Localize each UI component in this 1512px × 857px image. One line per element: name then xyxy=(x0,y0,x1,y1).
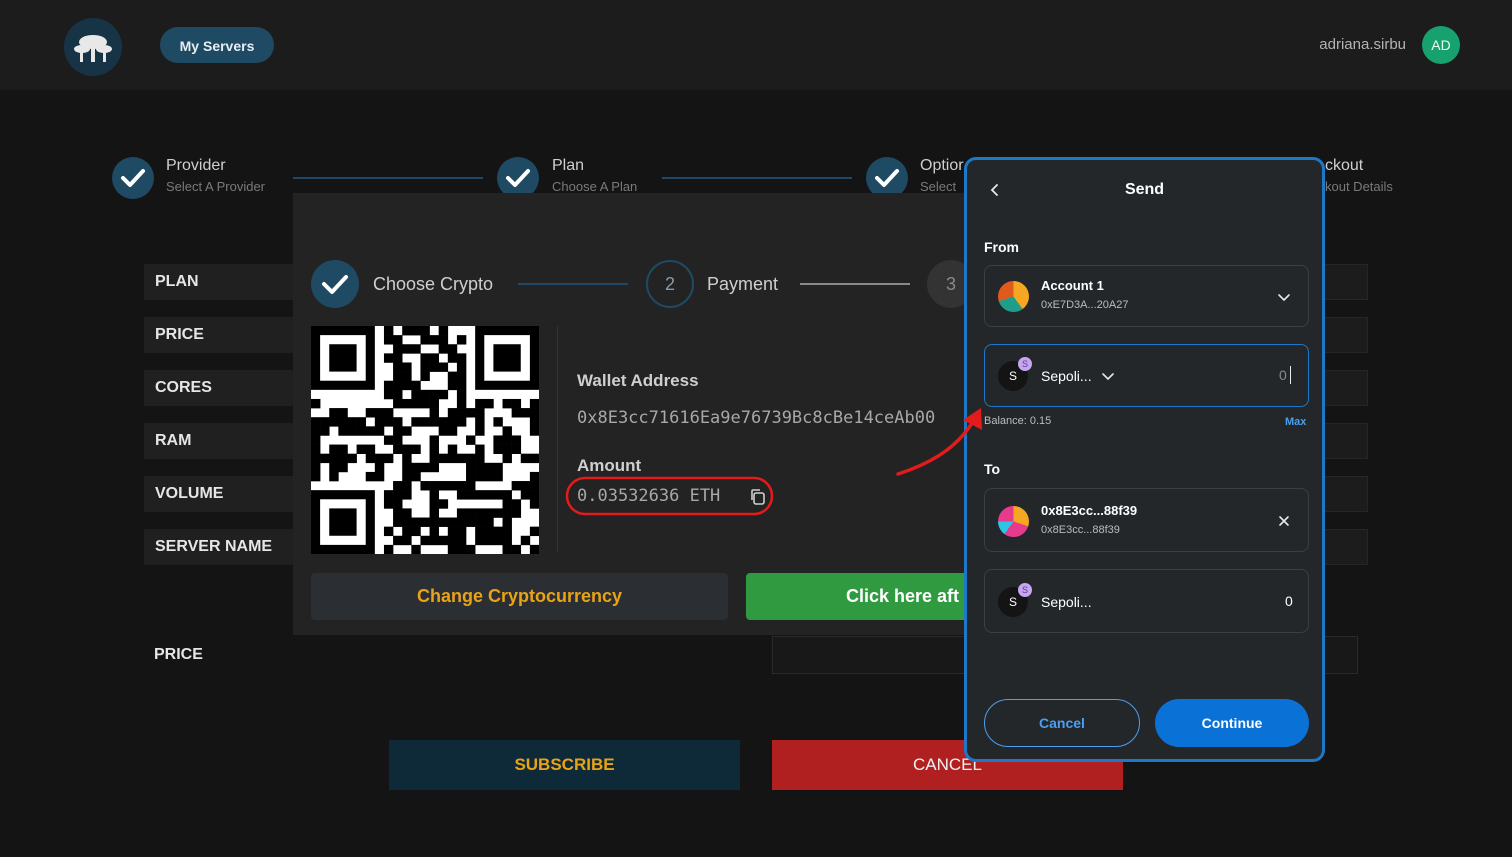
account-avatar xyxy=(998,281,1029,312)
text-cursor xyxy=(1290,366,1291,384)
form-value-volume xyxy=(1320,476,1368,512)
from-label: From xyxy=(984,239,1019,255)
price-label: PRICE xyxy=(154,646,203,663)
form-label-server-name: SERVER NAME xyxy=(144,529,304,565)
qr-divider xyxy=(557,326,558,552)
amount-input-card[interactable]: S S Sepoli... 0 xyxy=(984,344,1309,407)
payment-step-number: 2 xyxy=(646,260,694,308)
crypto-step-check-icon xyxy=(311,260,359,308)
network-badge-icon: S xyxy=(1018,583,1032,597)
confirm-payment-button[interactable]: Click here aft xyxy=(746,573,976,620)
form-value-ram xyxy=(1320,423,1368,459)
network-badge-icon: S xyxy=(1018,357,1032,371)
form-label-cores: CORES xyxy=(144,370,304,406)
form-label-volume: VOLUME xyxy=(144,476,304,512)
receive-asset-card[interactable]: S S Sepoli... 0 xyxy=(984,569,1309,633)
subscribe-button[interactable]: SUBSCRIBE xyxy=(389,740,740,790)
form-value-price xyxy=(1320,317,1368,353)
step-plan-subtitle: Choose A Plan xyxy=(552,179,638,194)
recipient-name: 0x8E3cc...88f39 xyxy=(1041,503,1138,518)
choose-crypto-step-label: Choose Crypto xyxy=(373,274,494,294)
step-provider-subtitle: Select A Provider xyxy=(166,179,265,194)
step-provider-check-icon xyxy=(112,157,154,199)
account-name: Account 1 xyxy=(1041,278,1104,293)
wallet-send-panel: Send From Account 1 0xE7D3A...20A27 S S … xyxy=(964,157,1325,762)
form-label-ram: RAM xyxy=(144,423,304,459)
send-title: Send xyxy=(1124,181,1165,198)
form-label-plan: PLAN xyxy=(144,264,304,300)
asset-chevron-down-icon[interactable] xyxy=(1101,369,1115,383)
step-connector xyxy=(293,177,483,179)
recipient-card[interactable]: 0x8E3cc...88f39 0x8E3cc...88f39 xyxy=(984,488,1309,552)
form-value-cores xyxy=(1320,370,1368,406)
form-value-server-name[interactable] xyxy=(1320,529,1368,565)
balance-text: Balance: 0.15 xyxy=(984,415,1052,427)
mushroom-logo-icon xyxy=(74,35,112,62)
change-cryptocurrency-button[interactable]: Change Cryptocurrency xyxy=(311,573,728,620)
username-label: adriana.sirbu xyxy=(1319,36,1406,53)
recipient-avatar xyxy=(998,506,1029,537)
step-options-subtitle: Select xyxy=(920,179,957,194)
step-checkout-subtitle: kout Details xyxy=(1325,179,1393,194)
payment-step-label: Payment xyxy=(707,274,779,294)
send-cancel-button[interactable]: Cancel xyxy=(984,699,1140,747)
chevron-down-icon[interactable] xyxy=(1277,290,1291,304)
wallet-address-value[interactable]: 0x8E3cc71616Ea9e76739Bc8cBe14ceAb00 xyxy=(577,408,962,428)
modal-step-connector xyxy=(518,283,628,285)
max-button[interactable]: Max xyxy=(1285,416,1306,428)
step-checkout-title: ckout xyxy=(1325,157,1364,174)
step-provider-title: Provider xyxy=(166,157,226,174)
to-label: To xyxy=(984,461,1001,477)
app-logo[interactable] xyxy=(64,18,122,76)
copy-icon[interactable] xyxy=(749,488,767,506)
step-connector xyxy=(662,177,852,179)
my-servers-button[interactable]: My Servers xyxy=(160,27,274,63)
receive-amount: 0 xyxy=(1285,593,1293,609)
wallet-address-label: Wallet Address xyxy=(577,371,699,390)
step-plan-title: Plan xyxy=(552,157,585,174)
wallet-qr-code xyxy=(311,326,540,555)
close-icon[interactable] xyxy=(1277,514,1291,528)
amount-label: Amount xyxy=(577,456,642,475)
modal-step-connector xyxy=(800,283,910,285)
user-avatar[interactable]: AD xyxy=(1422,26,1460,64)
qr-code-icon xyxy=(311,326,540,555)
continue-button[interactable]: Continue xyxy=(1155,699,1309,747)
amount-value: 0.03532636 ETH xyxy=(577,486,721,506)
step-options-title: Optior xyxy=(920,157,964,174)
form-label-price: PRICE xyxy=(144,317,304,353)
asset-name[interactable]: Sepoli... xyxy=(1041,368,1092,384)
amount-input[interactable]: 0 xyxy=(1279,367,1287,383)
form-value-plan xyxy=(1320,264,1368,300)
receive-asset-name: Sepoli... xyxy=(1041,594,1092,610)
recipient-address: 0x8E3cc...88f39 xyxy=(1041,524,1120,536)
account-address: 0xE7D3A...20A27 xyxy=(1041,299,1129,311)
from-account-selector[interactable]: Account 1 0xE7D3A...20A27 xyxy=(984,265,1309,327)
